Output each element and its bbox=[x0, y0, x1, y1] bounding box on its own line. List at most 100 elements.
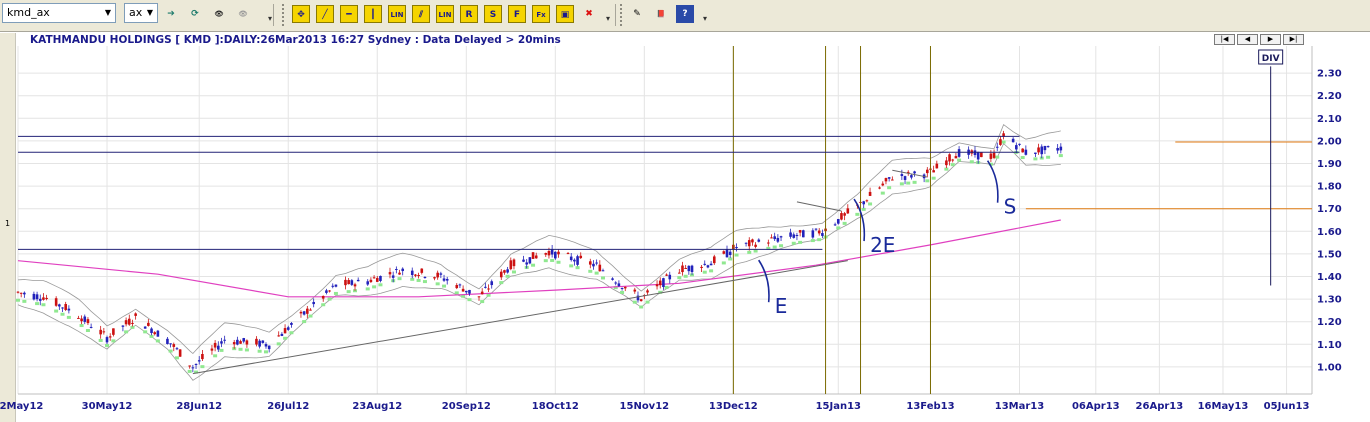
candle-body bbox=[210, 348, 214, 351]
candle-body bbox=[668, 274, 672, 280]
trend-line bbox=[892, 169, 928, 178]
nav-next-button[interactable]: ▶ bbox=[1260, 34, 1281, 45]
support-dot bbox=[54, 309, 59, 313]
price-chart[interactable]: 1.00 1.10 1.20 1.30 1.40 1.50 1.60 1.70 1.80 1.90… bbox=[0, 0, 1370, 422]
annotation-stroke bbox=[986, 160, 999, 203]
support-dot bbox=[855, 212, 860, 216]
candle-body bbox=[414, 274, 417, 276]
candle-body bbox=[134, 313, 137, 316]
candle-body bbox=[1015, 145, 1018, 150]
candle-body bbox=[547, 250, 551, 256]
y-tick-label: 1.70 bbox=[1317, 204, 1342, 215]
candle-body bbox=[576, 256, 579, 265]
support-dot bbox=[531, 263, 536, 267]
support-dot bbox=[1033, 157, 1038, 161]
candle-body bbox=[201, 353, 204, 360]
candle-body bbox=[58, 304, 61, 307]
candle-body bbox=[487, 288, 490, 290]
candle-body bbox=[662, 278, 665, 287]
candle-body bbox=[843, 213, 846, 216]
support-dot bbox=[798, 240, 803, 244]
x-tick-label: 15Jan13 bbox=[816, 401, 861, 412]
support-dot bbox=[289, 331, 294, 335]
candle-body bbox=[67, 308, 71, 311]
support-dot bbox=[155, 339, 160, 343]
candle-body bbox=[436, 272, 439, 278]
candle-body bbox=[124, 320, 128, 325]
support-dot bbox=[143, 330, 148, 334]
support-dot bbox=[912, 180, 917, 184]
candle-body bbox=[865, 200, 869, 202]
annotation-label: S bbox=[1004, 195, 1017, 219]
support-dot bbox=[969, 160, 974, 164]
trend-line bbox=[796, 201, 842, 212]
candle-body bbox=[884, 178, 888, 182]
chart-title: KATHMANDU HOLDINGS [ KMD ]:DAILY:26Mar20… bbox=[30, 34, 561, 46]
support-dot bbox=[308, 314, 313, 318]
candle-body bbox=[121, 325, 125, 327]
y-tick-label: 1.30 bbox=[1317, 295, 1342, 306]
candle-body bbox=[566, 253, 570, 255]
candle-body bbox=[678, 272, 681, 274]
candle-body bbox=[1040, 146, 1044, 155]
candle-body bbox=[588, 261, 592, 265]
support-dot bbox=[22, 299, 27, 303]
candle-body bbox=[143, 326, 147, 329]
candle-body bbox=[191, 367, 195, 369]
candle-body bbox=[639, 299, 643, 302]
support-dot bbox=[416, 278, 421, 282]
support-dot bbox=[1001, 140, 1006, 144]
candle-body bbox=[945, 160, 948, 166]
candle-body bbox=[989, 153, 993, 159]
candle-body bbox=[169, 343, 172, 345]
y-tick-label: 1.10 bbox=[1317, 340, 1342, 351]
x-tick-label: 15Nov12 bbox=[620, 401, 670, 412]
support-dot bbox=[709, 269, 714, 273]
candle-body bbox=[840, 213, 843, 220]
y-tick-label: 2.10 bbox=[1317, 114, 1342, 125]
candle-body bbox=[299, 311, 303, 314]
y-tick-label: 1.60 bbox=[1317, 227, 1342, 238]
candle-body bbox=[620, 287, 624, 289]
support-dot bbox=[397, 277, 402, 281]
candle-body bbox=[480, 291, 484, 295]
nav-first-button[interactable]: |◀ bbox=[1214, 34, 1235, 45]
nav-last-button[interactable]: ▶| bbox=[1283, 34, 1304, 45]
y-tick-label: 1.90 bbox=[1317, 159, 1342, 170]
trend-line bbox=[192, 260, 848, 375]
candle-body bbox=[45, 297, 48, 300]
candle-body bbox=[245, 340, 249, 345]
candle-body bbox=[1024, 149, 1028, 155]
support-dot bbox=[550, 258, 555, 262]
support-dot bbox=[327, 297, 332, 301]
candle-body bbox=[89, 326, 93, 328]
support-dot bbox=[372, 285, 377, 289]
candle-body bbox=[623, 286, 627, 289]
candle-body bbox=[42, 297, 45, 300]
nav-prev-button[interactable]: ◀ bbox=[1237, 34, 1258, 45]
candle-body bbox=[461, 288, 465, 292]
support-dot bbox=[16, 298, 20, 302]
support-dot bbox=[772, 245, 777, 249]
support-dot bbox=[664, 285, 669, 289]
candle-body bbox=[420, 268, 424, 273]
support-dot bbox=[556, 260, 561, 264]
candle-body bbox=[150, 328, 153, 334]
candle-body bbox=[194, 363, 198, 365]
candle-body bbox=[531, 252, 535, 259]
support-dot bbox=[779, 244, 784, 248]
candle-body bbox=[321, 295, 325, 299]
candle-body bbox=[980, 152, 983, 158]
support-dot bbox=[753, 249, 758, 253]
candle-body bbox=[722, 251, 726, 254]
candle-body bbox=[728, 251, 732, 255]
candle-body bbox=[770, 237, 773, 239]
support-dot bbox=[728, 257, 733, 261]
candle-body bbox=[557, 251, 560, 255]
y-tick-label: 1.20 bbox=[1317, 317, 1342, 328]
support-dot bbox=[480, 300, 485, 304]
candle-body bbox=[347, 280, 350, 285]
candle-body bbox=[175, 348, 179, 350]
candle-body bbox=[887, 177, 891, 179]
candle-body bbox=[509, 260, 513, 270]
